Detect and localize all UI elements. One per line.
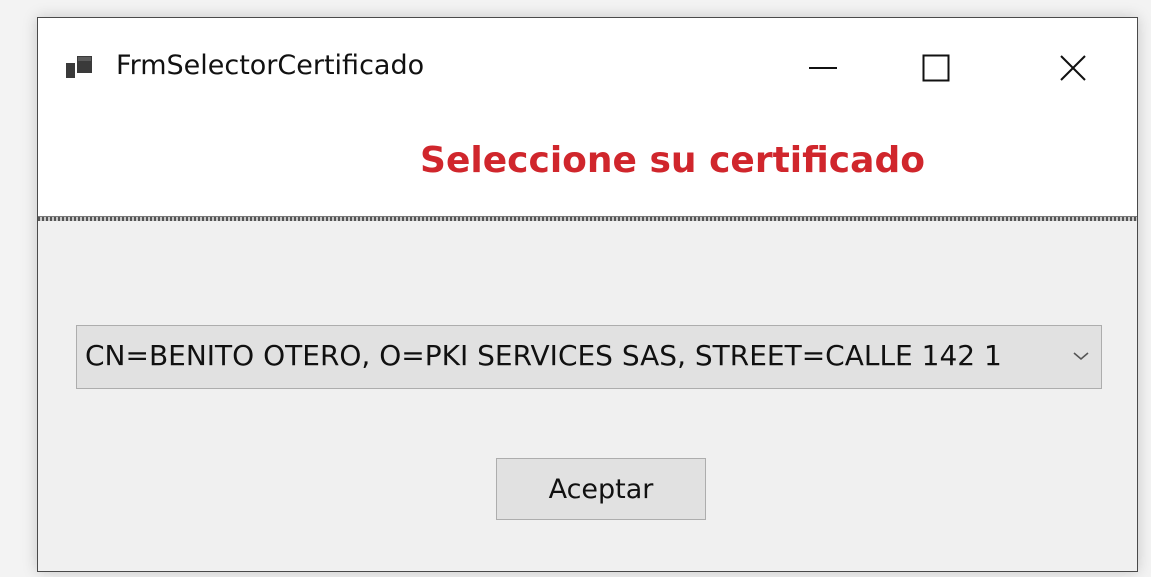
accept-button[interactable]: Aceptar: [496, 458, 706, 520]
window-title: FrmSelectorCertificado: [116, 50, 425, 81]
maximize-icon: [922, 54, 950, 82]
header-panel: Seleccione su certificado: [38, 116, 1137, 218]
app-icon: [66, 56, 92, 78]
title-bar[interactable]: FrmSelectorCertificado: [38, 18, 1137, 116]
minimize-button[interactable]: [788, 38, 858, 98]
close-button[interactable]: [1038, 38, 1108, 98]
chevron-down-icon[interactable]: [1073, 350, 1089, 362]
certificate-selected-value: CN=BENITO OTERO, O=PKI SERVICES SAS, STR…: [85, 339, 1002, 372]
maximize-button[interactable]: [901, 38, 971, 98]
page-heading: Seleccione su certificado: [420, 140, 925, 181]
header-separator: [38, 216, 1137, 221]
close-icon: [1060, 55, 1086, 81]
minimize-icon: [809, 67, 837, 69]
certificate-dropdown[interactable]: CN=BENITO OTERO, O=PKI SERVICES SAS, STR…: [76, 325, 1102, 389]
certificate-selector-window: FrmSelectorCertificado Seleccione su cer…: [37, 17, 1138, 572]
